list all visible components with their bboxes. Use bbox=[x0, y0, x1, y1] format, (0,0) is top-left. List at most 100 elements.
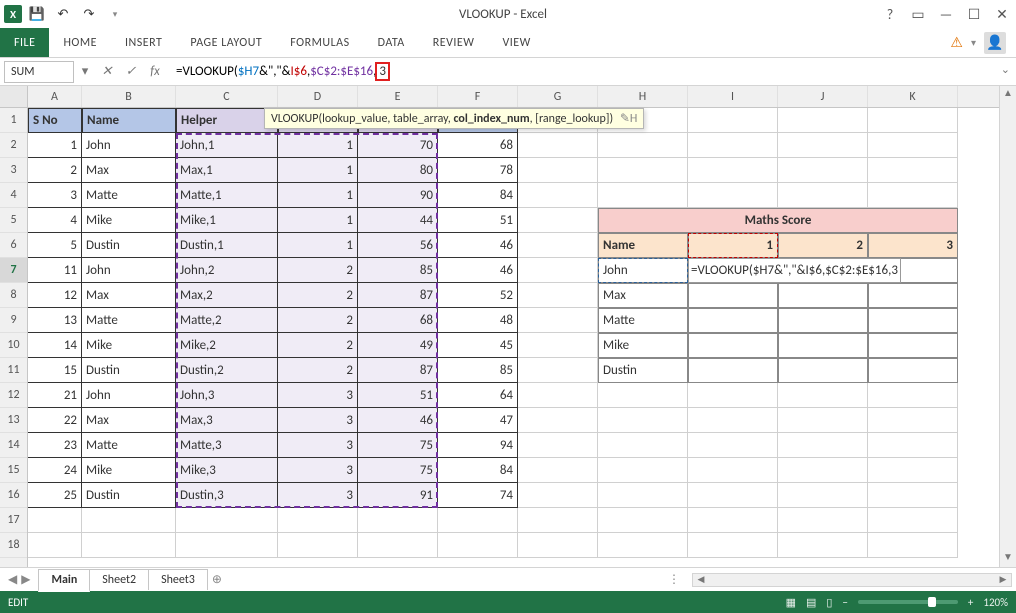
cell-G12[interactable] bbox=[518, 383, 598, 408]
cell-name-9[interactable]: Mike bbox=[82, 333, 176, 358]
cell-G3[interactable] bbox=[518, 158, 598, 183]
cell-G11[interactable] bbox=[518, 358, 598, 383]
cell-sno-13[interactable]: 23 bbox=[28, 433, 82, 458]
cell-science-6[interactable]: 46 bbox=[438, 258, 518, 283]
save-icon[interactable]: 💾 bbox=[26, 3, 48, 25]
cell-B17[interactable] bbox=[82, 508, 176, 533]
side-name-3[interactable]: Mike bbox=[598, 333, 688, 358]
cell-term-8[interactable]: 2 bbox=[278, 308, 358, 333]
cell-helper-2[interactable]: Max,1 bbox=[176, 158, 278, 183]
cancel-formula-icon[interactable]: ✕ bbox=[96, 64, 118, 79]
cell-term-11[interactable]: 3 bbox=[278, 383, 358, 408]
col-header-H[interactable]: H bbox=[598, 86, 688, 107]
name-box-dropdown-icon[interactable]: ▾ bbox=[78, 64, 92, 79]
cell-E17[interactable] bbox=[358, 508, 438, 533]
cell-sno-11[interactable]: 21 bbox=[28, 383, 82, 408]
minimize-icon[interactable]: — bbox=[936, 6, 956, 23]
cell-maths-5[interactable]: 56 bbox=[358, 233, 438, 258]
cell-F17[interactable] bbox=[438, 508, 518, 533]
cell-term-4[interactable]: 1 bbox=[278, 208, 358, 233]
cell-science-15[interactable]: 74 bbox=[438, 483, 518, 508]
grid-body[interactable]: ABCDEFGHIJK VLOOKUP(lookup_value, table_… bbox=[28, 86, 999, 567]
cell-name-10[interactable]: Dustin bbox=[82, 358, 176, 383]
cell-maths-6[interactable]: 85 bbox=[358, 258, 438, 283]
cell-science-3[interactable]: 84 bbox=[438, 183, 518, 208]
cell-sno-5[interactable]: 5 bbox=[28, 233, 82, 258]
cell-G9[interactable] bbox=[518, 308, 598, 333]
cell-science-8[interactable]: 48 bbox=[438, 308, 518, 333]
cell-helper-7[interactable]: Max,2 bbox=[176, 283, 278, 308]
row-header-16[interactable]: 16 bbox=[0, 483, 27, 508]
side-val-1-3[interactable] bbox=[868, 283, 958, 308]
header-helper[interactable]: Helper bbox=[176, 108, 278, 133]
cell-term-10[interactable]: 2 bbox=[278, 358, 358, 383]
cell-B18[interactable] bbox=[82, 533, 176, 558]
cell-helper-15[interactable]: Dustin,3 bbox=[176, 483, 278, 508]
cell-science-1[interactable]: 68 bbox=[438, 133, 518, 158]
cell-G5[interactable] bbox=[518, 208, 598, 233]
cell-H18[interactable] bbox=[598, 533, 688, 558]
warning-icon[interactable]: ⚠ bbox=[950, 34, 963, 51]
cell-helper-14[interactable]: Mike,3 bbox=[176, 458, 278, 483]
cell-maths-12[interactable]: 46 bbox=[358, 408, 438, 433]
cell-maths-13[interactable]: 75 bbox=[358, 433, 438, 458]
row-header-12[interactable]: 12 bbox=[0, 383, 27, 408]
tab-file[interactable]: FILE bbox=[0, 28, 49, 57]
cell-I14[interactable] bbox=[688, 433, 778, 458]
cell-I16[interactable] bbox=[688, 483, 778, 508]
cell-helper-9[interactable]: Mike,2 bbox=[176, 333, 278, 358]
cell-term-6[interactable]: 2 bbox=[278, 258, 358, 283]
scroll-down-icon[interactable]: ▼ bbox=[1000, 550, 1016, 567]
cell-sno-9[interactable]: 14 bbox=[28, 333, 82, 358]
qat-dropdown-icon[interactable]: ▾ bbox=[104, 3, 126, 25]
cell-name-3[interactable]: Matte bbox=[82, 183, 176, 208]
warning-dropdown-icon[interactable]: ▾ bbox=[971, 36, 976, 49]
cell-G2[interactable] bbox=[518, 133, 598, 158]
cell-name-2[interactable]: Max bbox=[82, 158, 176, 183]
side-val-1-2[interactable] bbox=[778, 283, 868, 308]
cell-helper-8[interactable]: Matte,2 bbox=[176, 308, 278, 333]
cell-sno-4[interactable]: 4 bbox=[28, 208, 82, 233]
cell-K12[interactable] bbox=[868, 383, 958, 408]
sheet-tab-main[interactable]: Main bbox=[38, 569, 90, 592]
cell-A17[interactable] bbox=[28, 508, 82, 533]
cell-J18[interactable] bbox=[778, 533, 868, 558]
cell-G16[interactable] bbox=[518, 483, 598, 508]
col-header-J[interactable]: J bbox=[778, 86, 868, 107]
cell-name-15[interactable]: Dustin bbox=[82, 483, 176, 508]
cell-science-13[interactable]: 94 bbox=[438, 433, 518, 458]
view-page-break-icon[interactable]: ▯ bbox=[826, 596, 832, 609]
cell-helper-3[interactable]: Matte,1 bbox=[176, 183, 278, 208]
cell-term-1[interactable]: 1 bbox=[278, 133, 358, 158]
col-header-D[interactable]: D bbox=[278, 86, 358, 107]
side-val-1-1[interactable] bbox=[688, 283, 778, 308]
cell-H16[interactable] bbox=[598, 483, 688, 508]
cell-name-14[interactable]: Mike bbox=[82, 458, 176, 483]
cell-term-2[interactable]: 1 bbox=[278, 158, 358, 183]
cell-I13[interactable] bbox=[688, 408, 778, 433]
cell-E18[interactable] bbox=[358, 533, 438, 558]
cell-sno-15[interactable]: 25 bbox=[28, 483, 82, 508]
cell-helper-6[interactable]: John,2 bbox=[176, 258, 278, 283]
name-box[interactable]: SUM bbox=[4, 61, 74, 83]
cell-maths-2[interactable]: 80 bbox=[358, 158, 438, 183]
side-val-4-2[interactable] bbox=[778, 358, 868, 383]
cell-H2[interactable] bbox=[598, 133, 688, 158]
row-header-9[interactable]: 9 bbox=[0, 308, 27, 333]
cell-maths-8[interactable]: 68 bbox=[358, 308, 438, 333]
cell-name-7[interactable]: Max bbox=[82, 283, 176, 308]
row-header-1[interactable]: 1 bbox=[0, 108, 27, 133]
side-val-2-2[interactable] bbox=[778, 308, 868, 333]
cell-maths-3[interactable]: 90 bbox=[358, 183, 438, 208]
cell-term-12[interactable]: 3 bbox=[278, 408, 358, 433]
cell-science-14[interactable]: 84 bbox=[438, 458, 518, 483]
cell-science-2[interactable]: 78 bbox=[438, 158, 518, 183]
side-val-3-3[interactable] bbox=[868, 333, 958, 358]
tab-home[interactable]: HOME bbox=[49, 28, 111, 57]
sheet-tab-sheet2[interactable]: Sheet2 bbox=[89, 569, 149, 590]
cell-science-9[interactable]: 45 bbox=[438, 333, 518, 358]
row-header-7[interactable]: 7 bbox=[0, 258, 27, 283]
cell-G18[interactable] bbox=[518, 533, 598, 558]
cell-K16[interactable] bbox=[868, 483, 958, 508]
zoom-level[interactable]: 120% bbox=[983, 596, 1008, 609]
